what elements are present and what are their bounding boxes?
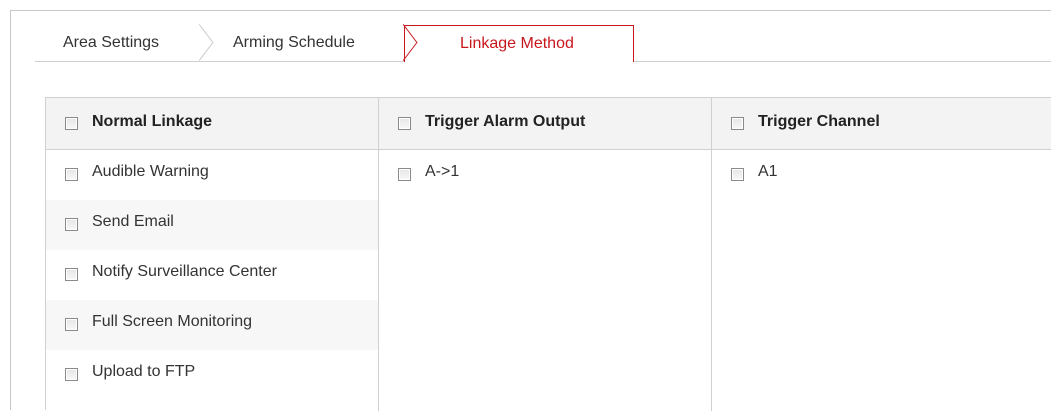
list-item-label: Send Email: [92, 213, 174, 230]
column-header-label: Normal Linkage: [92, 113, 213, 130]
tab-linkage-method[interactable]: Linkage Method: [404, 25, 634, 62]
list-item: A->1: [379, 150, 711, 200]
list-item-label: Upload to FTP: [92, 363, 196, 380]
column-header: Trigger Channel: [712, 98, 1051, 150]
list-item: A1: [712, 150, 1051, 200]
alarm-output-a1-checkbox[interactable]: [398, 168, 411, 181]
list-item: Full Screen Monitoring: [46, 300, 378, 350]
normal-linkage-column: Normal Linkage Audible Warning Send Emai…: [46, 98, 379, 411]
tab-linkage-method-label: Linkage Method: [460, 35, 574, 52]
linkage-grid: Normal Linkage Audible Warning Send Emai…: [45, 97, 1051, 411]
notify-surveillance-center-checkbox[interactable]: [65, 268, 78, 281]
breadcrumb-separator-icon: [185, 23, 214, 62]
full-screen-monitoring-checkbox[interactable]: [65, 318, 78, 331]
list-item-label: A->1: [425, 163, 460, 180]
tab-area-settings[interactable]: Area Settings: [63, 34, 159, 61]
column-header-label: Trigger Channel: [758, 113, 880, 130]
trigger-alarm-output-select-all-checkbox[interactable]: [398, 117, 411, 130]
column-header-label: Trigger Alarm Output: [425, 113, 586, 130]
column-header: Normal Linkage: [46, 98, 378, 150]
list-item: Notify Surveillance Center: [46, 250, 378, 300]
list-item-label: Notify Surveillance Center: [92, 263, 277, 280]
list-item-label: Audible Warning: [92, 163, 209, 180]
list-item: Audible Warning: [46, 150, 378, 200]
list-item-label: Full Screen Monitoring: [92, 313, 253, 330]
tab-bar: Area Settings Arming Schedule Linkage Me…: [35, 23, 1051, 62]
list-item-label: A1: [758, 163, 778, 180]
upload-to-ftp-checkbox[interactable]: [65, 368, 78, 381]
send-email-checkbox[interactable]: [65, 218, 78, 231]
list-item: Upload to FTP: [46, 350, 378, 400]
trigger-alarm-output-column: Trigger Alarm Output A->1: [379, 98, 712, 411]
trigger-channel-column: Trigger Channel A1: [712, 98, 1051, 411]
list-item: Send Email: [46, 200, 378, 250]
tab-arming-schedule[interactable]: Arming Schedule: [233, 34, 355, 61]
trigger-channel-select-all-checkbox[interactable]: [731, 117, 744, 130]
normal-linkage-select-all-checkbox[interactable]: [65, 117, 78, 130]
channel-a1-checkbox[interactable]: [731, 168, 744, 181]
audible-warning-checkbox[interactable]: [65, 168, 78, 181]
column-header: Trigger Alarm Output: [379, 98, 711, 150]
